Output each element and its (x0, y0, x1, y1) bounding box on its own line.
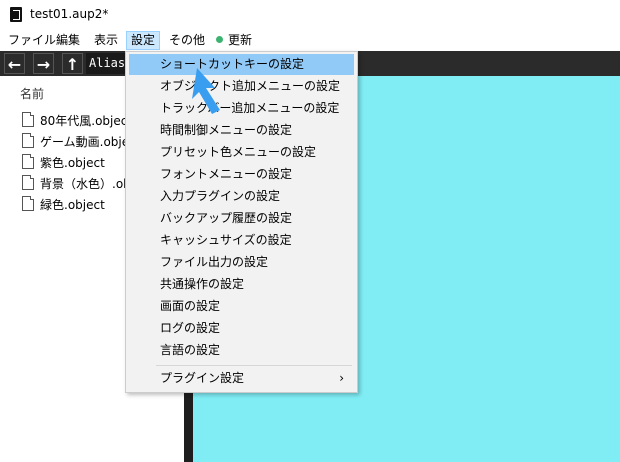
menu-edit[interactable]: 編集 (52, 32, 84, 49)
menuitem-log[interactable]: ログの設定 (129, 318, 354, 339)
file-item[interactable]: 80年代風.object (22, 112, 132, 130)
menuitem-file-output[interactable]: ファイル出力の設定 (129, 252, 354, 273)
submenu-chevron-icon: › (339, 371, 344, 385)
up-arrow-icon[interactable]: ↑ (62, 53, 83, 74)
menuitem-plugin-settings[interactable]: プラグイン設定 › (129, 368, 354, 389)
menuitem-language[interactable]: 言語の設定 (129, 340, 354, 361)
menuitem-screen[interactable]: 画面の設定 (129, 296, 354, 317)
file-icon (22, 133, 34, 148)
status-dot-icon (216, 36, 223, 43)
menuitem-cache-size[interactable]: キャッシュサイズの設定 (129, 230, 354, 251)
back-arrow-icon[interactable]: ← (4, 53, 25, 74)
window-title: test01.aup2* (30, 7, 109, 21)
column-header-name[interactable]: 名前 (20, 85, 44, 102)
file-icon (22, 154, 34, 169)
menu-update-label: 更新 (228, 33, 253, 47)
menuitem-font-menu[interactable]: フォントメニューの設定 (129, 164, 354, 185)
file-item-label: 80年代風.object (40, 114, 133, 128)
file-item[interactable]: 緑色.object (22, 196, 105, 214)
file-item-label: 緑色.object (40, 198, 105, 212)
file-icon (22, 112, 34, 127)
menuitem-plugin-settings-label: プラグイン設定 (160, 371, 245, 385)
menuitem-time-control-menu[interactable]: 時間制御メニューの設定 (129, 120, 354, 141)
app-icon (10, 7, 22, 22)
forward-arrow-icon[interactable]: → (33, 53, 54, 74)
title-bar: test01.aup2* (0, 0, 620, 30)
menuitem-preset-color-menu[interactable]: プリセット色メニューの設定 (129, 142, 354, 163)
file-item-label: 紫色.object (40, 156, 105, 170)
menu-bar: ファイル 編集 表示 設定 その他 更新 (0, 30, 620, 51)
menu-other[interactable]: その他 (165, 32, 209, 49)
menu-separator (156, 365, 352, 366)
settings-dropdown-menu: ショートカットキーの設定 オブジェクト追加メニューの設定 トラックバー追加メニュ… (125, 51, 358, 393)
file-icon (22, 196, 34, 211)
file-item[interactable]: 紫色.object (22, 154, 105, 172)
menuitem-trackbar-add-menu[interactable]: トラックバー追加メニューの設定 (129, 98, 354, 119)
menu-view[interactable]: 表示 (90, 32, 122, 49)
menuitem-object-add-menu[interactable]: オブジェクト追加メニューの設定 (129, 76, 354, 97)
menu-update[interactable]: 更新 (212, 32, 256, 49)
file-item[interactable]: ゲーム動画.object (22, 133, 140, 151)
menuitem-backup-history[interactable]: バックアップ履歴の設定 (129, 208, 354, 229)
pointer-arrow-icon (192, 68, 220, 114)
menu-settings[interactable]: 設定 (126, 31, 161, 50)
menuitem-common-operation[interactable]: 共通操作の設定 (129, 274, 354, 295)
file-icon (22, 175, 34, 190)
menuitem-input-plugin[interactable]: 入力プラグインの設定 (129, 186, 354, 207)
menuitem-shortcut-keys[interactable]: ショートカットキーの設定 (129, 54, 354, 75)
